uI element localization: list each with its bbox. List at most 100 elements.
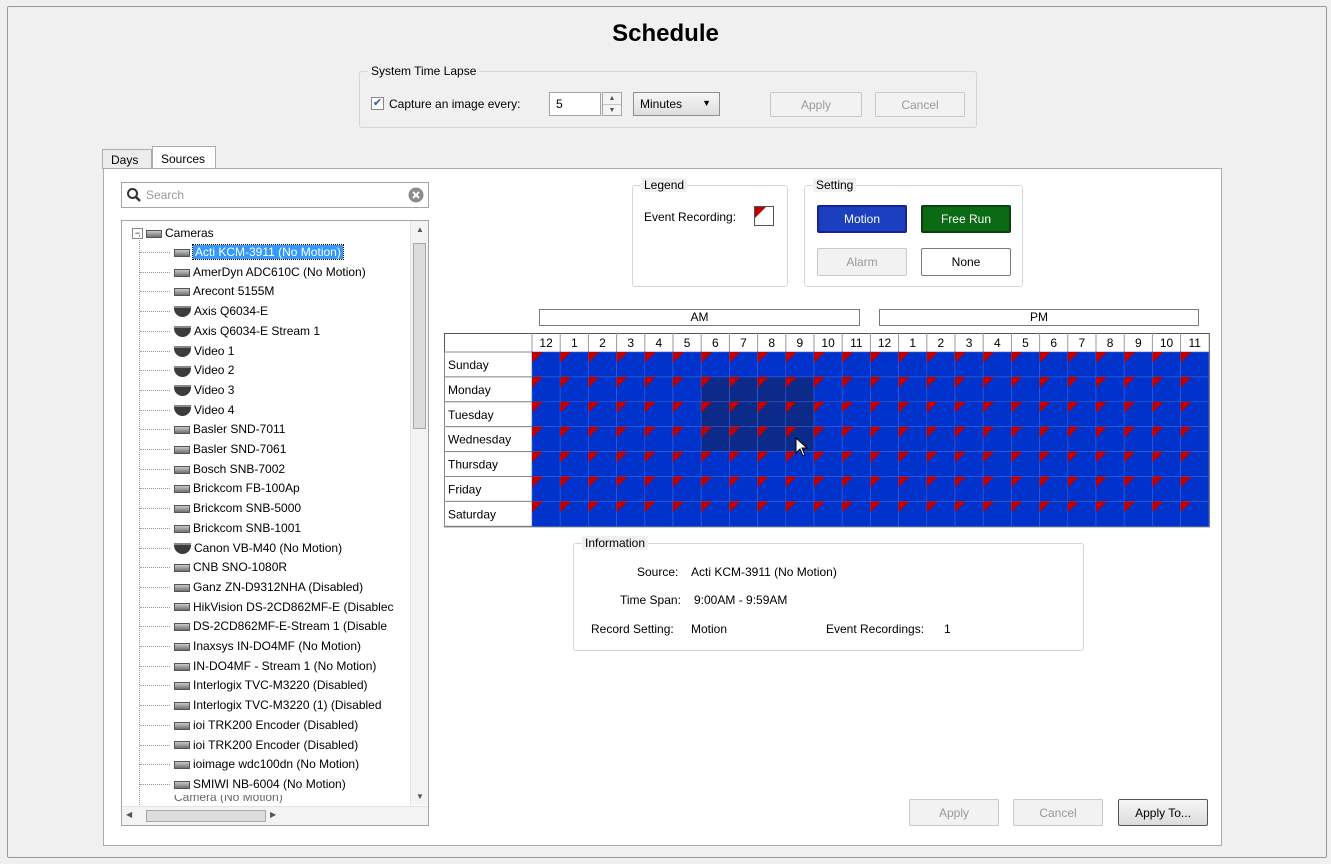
tree-item[interactable]: Video 4 bbox=[140, 401, 235, 420]
tree-hscrollbar[interactable]: ◀ ▶ bbox=[122, 806, 428, 825]
tree-item[interactable]: Ganz ZN-D9312NHA (Disabled) bbox=[140, 578, 363, 597]
schedule-grid[interactable]: 12 1 2 3 4 5 6 7 8 9 10 11 12 1 2 3 4 5 6 7 8 9 10 11SundayMond… bbox=[444, 333, 1214, 528]
vscroll-thumb[interactable] bbox=[413, 243, 426, 429]
tree-item[interactable]: ioi TRK200 Encoder (Disabled) bbox=[140, 736, 359, 755]
spinner-up-icon[interactable]: ▲ bbox=[603, 93, 621, 105]
hour-label: 3 bbox=[627, 336, 634, 350]
tree-item[interactable]: Canon VB-M40 (No Motion) bbox=[140, 539, 342, 558]
tree-item[interactable]: Acti KCM-3911 (No Motion) bbox=[140, 243, 344, 262]
day-label: Monday bbox=[448, 383, 491, 397]
tree-item-label: ioi TRK200 Encoder (Disabled) bbox=[193, 717, 359, 732]
unit-select[interactable]: Minutes ▼ bbox=[633, 92, 720, 116]
tree-item[interactable]: Interlogix TVC-M3220 (Disabled) bbox=[140, 676, 368, 695]
camera-tree[interactable]: − Cameras Acti KCM-3911 (No Motion) AmerDy… bbox=[121, 220, 429, 826]
tree-item-label: ioi TRK200 Encoder (Disabled) bbox=[193, 737, 359, 752]
tree-connector bbox=[140, 685, 170, 687]
tree-item-label: Interlogix TVC-M3220 (Disabled) bbox=[193, 678, 368, 693]
hour-label: 8 bbox=[1107, 336, 1114, 350]
tree-item[interactable]: Bosch SNB-7002 bbox=[140, 460, 285, 479]
tree-item-label: Video 4 bbox=[194, 402, 235, 417]
clear-search-icon[interactable] bbox=[408, 187, 424, 203]
hour-label: 1 bbox=[571, 336, 578, 350]
box-camera-icon bbox=[174, 248, 190, 257]
tree-item[interactable]: Axis Q6034-E bbox=[140, 302, 268, 321]
tree-item[interactable]: Interlogix TVC-M3220 (1) (Disabled bbox=[140, 696, 382, 715]
tree-connector bbox=[140, 547, 170, 549]
tree-root-label: Cameras bbox=[165, 226, 214, 240]
box-camera-icon bbox=[174, 268, 190, 277]
none-button[interactable]: None bbox=[921, 248, 1011, 276]
tree-item[interactable]: Basler SND-7061 bbox=[140, 440, 286, 459]
tree-connector bbox=[140, 724, 170, 726]
dome-camera-icon bbox=[174, 306, 191, 318]
apply-button[interactable]: Apply bbox=[909, 799, 999, 826]
tree-item[interactable]: Video 3 bbox=[140, 381, 234, 400]
tree-connector bbox=[140, 586, 170, 588]
tree-item-label: CNB SNO-1080R bbox=[193, 560, 288, 575]
tree-vscrollbar[interactable]: ▲ ▼ bbox=[410, 221, 428, 805]
box-camera-icon bbox=[174, 583, 190, 592]
hscroll-thumb[interactable] bbox=[146, 810, 266, 822]
tree-connector bbox=[140, 311, 170, 313]
tree-item[interactable]: Arecont 5155M bbox=[140, 282, 274, 301]
cameras-folder-icon bbox=[146, 229, 162, 238]
tree-item[interactable]: Brickcom SNB-1001 bbox=[140, 519, 301, 538]
tree-item-label: IN-DO4MF - Stream 1 (No Motion) bbox=[193, 658, 377, 673]
scroll-left-icon[interactable]: ◀ bbox=[126, 810, 132, 819]
scroll-up-icon[interactable]: ▲ bbox=[411, 221, 428, 238]
setting-group-label: Setting bbox=[813, 178, 857, 192]
scroll-down-icon[interactable]: ▼ bbox=[411, 788, 428, 805]
tab-sources[interactable]: Sources bbox=[152, 146, 216, 169]
time-lapse-cancel-button[interactable]: Cancel bbox=[875, 92, 965, 117]
tree-connector bbox=[140, 468, 170, 470]
tree-item-label: Interlogix TVC-M3220 (1) (Disabled bbox=[193, 698, 382, 713]
tree-item[interactable]: ioimage wdc100dn (No Motion) bbox=[140, 755, 359, 774]
dome-camera-icon bbox=[174, 345, 191, 357]
tree-connector bbox=[140, 764, 170, 766]
am-header: AM bbox=[539, 309, 860, 326]
hour-label: 9 bbox=[1135, 336, 1142, 350]
time-lapse-apply-button[interactable]: Apply bbox=[770, 92, 862, 117]
tree-connector bbox=[140, 330, 170, 332]
hour-label: 4 bbox=[994, 336, 1001, 350]
tree-item[interactable]: CNB SNO-1080R bbox=[140, 558, 288, 577]
hour-label: 11 bbox=[850, 336, 863, 350]
information-group-label: Information bbox=[582, 536, 649, 550]
tree-item[interactable]: HikVision DS-2CD862MF-E (Disablec bbox=[140, 598, 394, 617]
tree-item-label: Brickcom SNB-5000 bbox=[193, 501, 302, 516]
tree-item[interactable]: SMIWI NB-6004 (No Motion) bbox=[140, 775, 346, 794]
tree-item[interactable]: ioi TRK200 Encoder (Disabled) bbox=[140, 716, 359, 735]
tree-item[interactable]: Axis Q6034-E Stream 1 bbox=[140, 322, 320, 341]
search-input[interactable]: Search bbox=[121, 182, 429, 208]
alarm-button[interactable]: Alarm bbox=[817, 248, 907, 276]
tree-item[interactable]: Brickcom SNB-5000 bbox=[140, 499, 302, 518]
free-run-button[interactable]: Free Run bbox=[921, 205, 1011, 233]
capture-checkbox[interactable]: ✔ bbox=[371, 97, 384, 110]
hour-label: 5 bbox=[684, 336, 691, 350]
tree-item[interactable]: Video 1 bbox=[140, 342, 234, 361]
tree-item[interactable]: DS-2CD862MF-E-Stream 1 (Disable bbox=[140, 617, 387, 636]
tree-item[interactable]: Inaxsys IN-DO4MF (No Motion) bbox=[140, 637, 361, 656]
hour-label: 9 bbox=[797, 336, 804, 350]
tree-item[interactable]: Brickcom FB-100Ap bbox=[140, 479, 300, 498]
tree-connector bbox=[140, 291, 170, 293]
collapse-icon[interactable]: − bbox=[132, 228, 143, 240]
cancel-button[interactable]: Cancel bbox=[1013, 799, 1103, 826]
capture-interval-input[interactable]: 5 bbox=[549, 92, 601, 116]
timespan-label: Time Span: bbox=[620, 593, 681, 607]
scroll-right-icon[interactable]: ▶ bbox=[270, 810, 276, 819]
tree-connector bbox=[140, 626, 170, 628]
apply-to-button[interactable]: Apply To... bbox=[1118, 799, 1208, 826]
tree-item[interactable]: Basler SND-7011 bbox=[140, 420, 285, 439]
interval-spinner[interactable]: ▲ ▼ bbox=[602, 92, 622, 116]
tab-days[interactable]: Days bbox=[102, 149, 152, 169]
tree-connector bbox=[140, 271, 170, 273]
tree-item[interactable]: Video 2 bbox=[140, 361, 234, 380]
motion-button[interactable]: Motion bbox=[817, 205, 907, 233]
dome-camera-icon bbox=[174, 542, 191, 554]
spinner-down-icon[interactable]: ▼ bbox=[603, 105, 621, 116]
tree-item[interactable]: AmerDyn ADC610C (No Motion) bbox=[140, 263, 366, 282]
hour-label: 3 bbox=[966, 336, 973, 350]
tree-root[interactable]: − Cameras bbox=[132, 224, 214, 243]
tree-item[interactable]: IN-DO4MF - Stream 1 (No Motion) bbox=[140, 657, 377, 676]
